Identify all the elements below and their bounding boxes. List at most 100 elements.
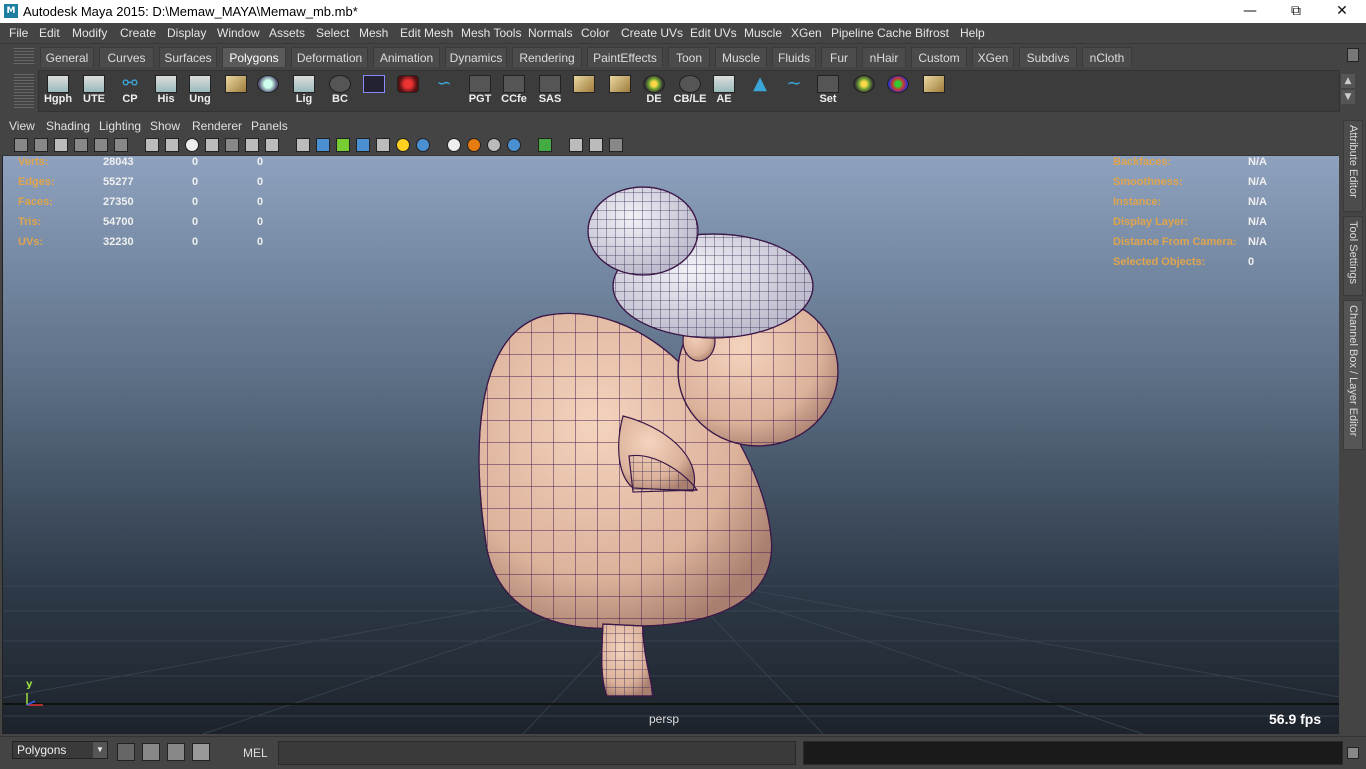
shelf-tool-button[interactable] <box>605 73 635 109</box>
tab-animation[interactable]: Animation <box>373 47 440 67</box>
shelf-ute-button[interactable]: UTE <box>79 73 109 109</box>
checker-icon[interactable] <box>376 138 390 152</box>
tab-muscle[interactable]: Muscle <box>715 47 767 67</box>
shelf-drag-handle[interactable] <box>14 48 34 66</box>
textured-icon[interactable] <box>356 138 370 152</box>
safe-area-icon[interactable] <box>609 138 623 152</box>
script-editor-button[interactable] <box>1347 747 1359 759</box>
gate-mask-icon[interactable] <box>569 138 583 152</box>
shelf-scroll-down[interactable]: ▼ <box>1341 90 1355 104</box>
tab-deformation[interactable]: Deformation <box>291 47 368 67</box>
depth-of-field-icon[interactable] <box>507 138 521 152</box>
menu-create[interactable]: Create <box>120 26 156 40</box>
wireframe-on-shaded-icon[interactable] <box>205 138 219 152</box>
xray-icon[interactable] <box>225 138 239 152</box>
shaded-icon[interactable] <box>185 138 199 152</box>
panel-menu-renderer[interactable]: Renderer <box>192 119 242 133</box>
panel-menu-show[interactable]: Show <box>150 119 180 133</box>
shelf-tool-button[interactable] <box>849 73 879 109</box>
shelf-cble-button[interactable]: CB/LE <box>674 73 707 109</box>
shelf-de-button[interactable]: DE <box>639 73 669 109</box>
anti-alias-icon[interactable] <box>487 138 501 152</box>
command-input[interactable] <box>278 741 796 765</box>
trash-icon[interactable] <box>1347 48 1359 62</box>
tab-fur[interactable]: Fur <box>821 47 857 67</box>
menu-help[interactable]: Help <box>960 26 985 40</box>
panel-menu-panels[interactable]: Panels <box>251 119 288 133</box>
menu-normals[interactable]: Normals <box>528 26 573 40</box>
lock-camera-icon[interactable] <box>34 138 48 152</box>
tab-dynamics[interactable]: Dynamics <box>445 47 507 67</box>
shelf-tool-button[interactable]: ▲ <box>745 73 775 109</box>
select-camera-icon[interactable] <box>14 138 28 152</box>
image-plane-icon[interactable] <box>74 138 88 152</box>
grid-icon[interactable] <box>94 138 108 152</box>
list-icon[interactable] <box>192 743 210 761</box>
shelf-his-button[interactable]: His <box>151 73 181 109</box>
shelf-tool-button[interactable]: ∼ <box>779 73 809 109</box>
shadows-icon[interactable] <box>416 138 430 152</box>
shelf-tool-button[interactable] <box>253 73 283 109</box>
tab-surfaces[interactable]: Surfaces <box>159 47 217 67</box>
shelf-ae-button[interactable]: AE <box>709 73 739 109</box>
menu-color[interactable]: Color <box>581 26 610 40</box>
shelf-tool-button[interactable] <box>221 73 251 109</box>
panel-menu-lighting[interactable]: Lighting <box>99 119 141 133</box>
shelf-menu-handle[interactable] <box>14 74 34 108</box>
menu-display[interactable]: Display <box>167 26 206 40</box>
shelf-pgt-button[interactable]: PGT <box>465 73 495 109</box>
shelf-bc-button[interactable]: BC <box>325 73 355 109</box>
shelf-ccfe-button[interactable]: CCfe <box>499 73 529 109</box>
shelf-lig-button[interactable]: Lig <box>289 73 319 109</box>
tab-channel-box[interactable]: Channel Box / Layer Editor <box>1343 300 1363 450</box>
isolate-select-icon[interactable] <box>538 138 552 152</box>
smooth-shade-icon[interactable] <box>165 138 179 152</box>
light-icon[interactable] <box>396 138 410 152</box>
motion-blur-icon[interactable] <box>467 138 481 152</box>
menu-pipeline-cache[interactable]: Pipeline Cache <box>831 26 912 40</box>
menu-edit[interactable]: Edit <box>39 26 60 40</box>
shelf-tool-button[interactable]: ∽ <box>429 73 459 109</box>
tab-general[interactable]: General <box>40 47 94 67</box>
outliner-icon[interactable] <box>167 743 185 761</box>
tab-toon[interactable]: Toon <box>668 47 710 67</box>
menu-assets[interactable]: Assets <box>269 26 305 40</box>
xray-joints-icon[interactable] <box>245 138 259 152</box>
shelf-hgph-button[interactable]: Hgph <box>43 73 73 109</box>
tab-subdivs[interactable]: Subdivs <box>1019 47 1077 67</box>
shelf-tool-button[interactable] <box>393 73 423 109</box>
menu-bifrost[interactable]: Bifrost <box>915 26 949 40</box>
shelf-tool-button[interactable] <box>919 73 949 109</box>
shelf-tool-button[interactable] <box>883 73 913 109</box>
tab-attribute-editor[interactable]: Attribute Editor <box>1343 120 1363 212</box>
menu-set-selector[interactable]: Polygons ▼ <box>12 741 108 759</box>
film-gate-icon[interactable] <box>114 138 128 152</box>
tab-rendering[interactable]: Rendering <box>512 47 582 67</box>
tab-fluids[interactable]: Fluids <box>772 47 816 67</box>
menu-mesh[interactable]: Mesh <box>359 26 388 40</box>
tab-nhair[interactable]: nHair <box>862 47 906 67</box>
shelf-sas-button[interactable]: SAS <box>535 73 565 109</box>
shelf-scroll-up[interactable]: ▲ <box>1341 74 1355 88</box>
panel-menu-view[interactable]: View <box>9 119 35 133</box>
maximize-button[interactable]: ⧉ <box>1273 0 1319 23</box>
menu-window[interactable]: Window <box>217 26 260 40</box>
menu-edit-mesh[interactable]: Edit Mesh <box>400 26 453 40</box>
script-editor-icon[interactable] <box>142 743 160 761</box>
shelf-ung-button[interactable]: Ung <box>185 73 215 109</box>
tab-ncloth[interactable]: nCloth <box>1082 47 1132 67</box>
menu-create-uvs[interactable]: Create UVs <box>621 26 683 40</box>
text-icon[interactable] <box>265 138 279 152</box>
tab-curves[interactable]: Curves <box>99 47 154 67</box>
tab-polygons[interactable]: Polygons <box>222 47 286 67</box>
minimize-button[interactable]: — <box>1227 0 1273 23</box>
perspective-viewport[interactable]: Verts: 28043 0 0 Edges: 55277 0 0 Faces:… <box>2 156 1339 734</box>
tab-tool-settings[interactable]: Tool Settings <box>1343 216 1363 296</box>
wire-cube-icon[interactable] <box>336 138 350 152</box>
wireframe-icon[interactable] <box>145 138 159 152</box>
menu-xgen[interactable]: XGen <box>791 26 822 40</box>
script-language-label[interactable]: MEL <box>243 746 268 760</box>
cube-icon[interactable] <box>296 138 310 152</box>
shaded-cube-icon[interactable] <box>316 138 330 152</box>
menu-mesh-tools[interactable]: Mesh Tools <box>461 26 521 40</box>
